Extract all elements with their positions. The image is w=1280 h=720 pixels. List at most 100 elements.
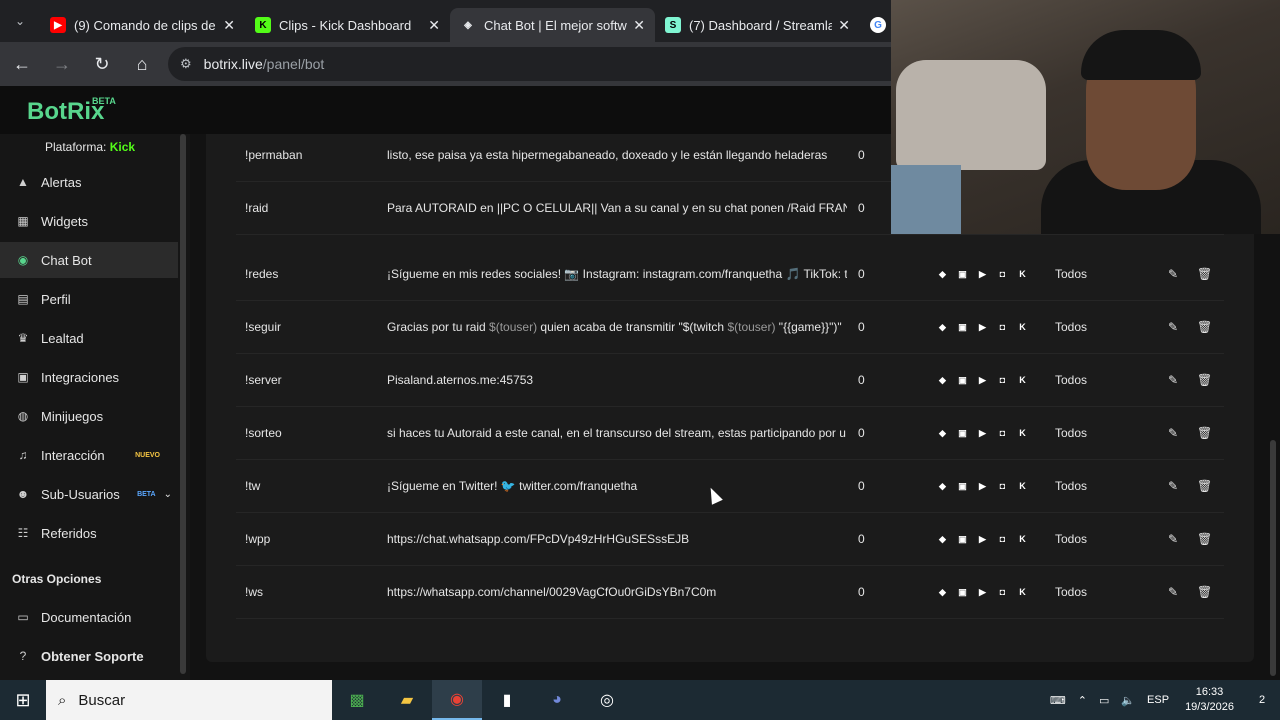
url-field[interactable]: ⚙ botrix.live/panel/bot bbox=[168, 47, 908, 81]
platform-icons: ◆ ▣ ▶ ◘ K bbox=[936, 533, 1029, 546]
clock[interactable]: 16:33 19/3/2026 bbox=[1185, 685, 1234, 715]
close-tab-icon[interactable]: ✕ bbox=[838, 17, 850, 34]
browser-tab-4[interactable]: S (7) Dashboard / Streamla ✕ bbox=[655, 8, 860, 42]
edit-icon[interactable]: ✎ bbox=[1168, 585, 1178, 599]
trash-icon[interactable]: 🗑 bbox=[1197, 479, 1212, 493]
command-permission: Todos bbox=[1055, 267, 1088, 281]
trash-icon[interactable]: 🗑 bbox=[1197, 320, 1212, 334]
browser-tab-3[interactable]: ◈ Chat Bot | El mejor softw ✕ bbox=[450, 8, 655, 42]
doc-icon: ▭ bbox=[17, 610, 29, 624]
edit-icon[interactable]: ✎ bbox=[1168, 320, 1178, 334]
command-permission: Todos bbox=[1055, 320, 1088, 334]
streamlabs-icon: S bbox=[665, 17, 681, 33]
sidebar-item-interaccion[interactable]: ♫ Interacción NUEVO bbox=[0, 437, 178, 473]
sidebar-item-chat-bot[interactable]: ◉ Chat Bot bbox=[0, 242, 178, 278]
command-name: !raid bbox=[245, 201, 269, 215]
command-count: 0 bbox=[858, 201, 865, 215]
sidebar-item-perfil[interactable]: ▤ Perfil bbox=[0, 281, 178, 317]
command-count: 0 bbox=[858, 320, 865, 334]
sidebar-item-referidos[interactable]: ☷ Referidos bbox=[0, 515, 178, 551]
file-explorer-icon[interactable]: ▰ bbox=[382, 680, 432, 720]
edit-icon[interactable]: ✎ bbox=[1168, 373, 1178, 387]
robot-icon: ◉ bbox=[17, 253, 29, 267]
taskbar-search[interactable]: ⌕ Buscar bbox=[46, 680, 332, 720]
discord-icon: ◘ bbox=[999, 269, 1006, 279]
sidebar-item-label: Chat Bot bbox=[41, 252, 92, 268]
command-name: !ws bbox=[245, 585, 263, 599]
edit-icon[interactable]: ✎ bbox=[1168, 267, 1178, 281]
sidebar-item-documentacion[interactable]: ▭ Documentación bbox=[0, 599, 178, 635]
platform-icons: ◆ ▣ ▶ ◘ K bbox=[936, 480, 1029, 493]
browser-tab-2[interactable]: K Clips - Kick Dashboard ✕ bbox=[245, 8, 450, 42]
volume-icon[interactable]: 🔈 bbox=[1121, 694, 1135, 707]
sidebar-item-widgets[interactable]: ▦ Widgets bbox=[0, 203, 178, 239]
sidebar-item-soporte[interactable]: ? Obtener Soporte bbox=[0, 638, 178, 674]
sidebar-scrollbar[interactable] bbox=[180, 134, 186, 674]
command-response: ¡Sígueme en Twitter! 🐦 twitter.com/franq… bbox=[387, 479, 638, 493]
forward-icon[interactable]: → bbox=[44, 46, 80, 82]
command-count: 0 bbox=[858, 585, 865, 599]
windows-start-icon[interactable]: ⊞ bbox=[0, 680, 46, 720]
trash-icon[interactable]: 🗑 bbox=[1197, 585, 1212, 599]
command-permission: Todos bbox=[1055, 373, 1088, 387]
minecraft-icon[interactable]: ▩ bbox=[332, 680, 382, 720]
discord-icon: ◘ bbox=[999, 322, 1006, 332]
clock-time: 16:33 bbox=[1195, 686, 1224, 698]
close-tab-icon[interactable]: ✕ bbox=[428, 17, 440, 34]
botrix-icon: ◈ bbox=[464, 19, 472, 31]
command-name: !seguir bbox=[245, 320, 282, 334]
chrome-icon[interactable]: ◉ bbox=[432, 680, 482, 720]
profile-icon: ▤ bbox=[17, 292, 29, 306]
edit-icon[interactable]: ✎ bbox=[1168, 479, 1178, 493]
keyboard-icon[interactable]: ⌨ bbox=[1050, 694, 1066, 707]
trash-icon[interactable]: 🗑 bbox=[1197, 267, 1212, 281]
twitch-icon: ▣ bbox=[958, 321, 967, 332]
edit-icon[interactable]: ✎ bbox=[1168, 426, 1178, 440]
language-indicator[interactable]: ESP bbox=[1147, 694, 1169, 706]
table-row: !seguir Gracias por tu raid $(touser) qu… bbox=[236, 301, 1224, 354]
reload-icon[interactable]: ↻ bbox=[84, 46, 120, 82]
tab-search-chevron-icon[interactable]: ⌄ bbox=[0, 0, 40, 42]
sidebar-item-alertas[interactable]: ▲ Alertas bbox=[0, 164, 178, 200]
chevron-up-icon[interactable]: ⌃ bbox=[1078, 694, 1087, 707]
response-text: Gracias por tu raid bbox=[387, 320, 490, 334]
command-count: 0 bbox=[858, 148, 865, 162]
webcam-overlay bbox=[891, 0, 1280, 234]
platform-icons: ◆ ▣ ▶ ◘ K bbox=[936, 268, 1029, 281]
command-count: 0 bbox=[858, 479, 865, 493]
twitch-icon: ▣ bbox=[958, 586, 967, 597]
back-icon[interactable]: ← bbox=[4, 46, 40, 82]
beta-label: BETA bbox=[92, 96, 116, 106]
trash-icon[interactable]: 🗑 bbox=[1197, 373, 1212, 387]
edit-icon[interactable]: ✎ bbox=[1168, 532, 1178, 546]
twitch-icon: ▣ bbox=[958, 268, 967, 279]
close-tab-icon[interactable]: ✕ bbox=[633, 17, 645, 34]
trash-icon[interactable]: 🗑 bbox=[1197, 532, 1212, 546]
home-icon[interactable]: ⌂ bbox=[124, 46, 160, 82]
sidebar-item-sub-usuarios[interactable]: ☻ Sub-Usuarios BETA ⌄ bbox=[0, 476, 178, 512]
platform-label: Plataforma: bbox=[45, 140, 107, 154]
chevron-down-icon[interactable]: ⌄ bbox=[164, 489, 172, 500]
table-row: !server Pisaland.aternos.me:45753 0 ◆ ▣ ▶ ◘… bbox=[236, 354, 1224, 407]
sidebar-item-lealtad[interactable]: ♛ Lealtad bbox=[0, 320, 178, 356]
discord-icon[interactable]: ◕ bbox=[532, 680, 582, 720]
kick-icon: K bbox=[1019, 428, 1026, 438]
sidebar-item-minijuegos[interactable]: ◍ Minijuegos bbox=[0, 398, 178, 434]
search-placeholder: Buscar bbox=[78, 691, 126, 709]
network-icon[interactable]: ▭ bbox=[1099, 694, 1109, 707]
twitch-icon: ▣ bbox=[958, 427, 967, 438]
main-scrollbar[interactable] bbox=[1270, 440, 1276, 676]
discord-icon: ◘ bbox=[999, 481, 1006, 491]
close-tab-icon[interactable]: ✕ bbox=[223, 17, 235, 34]
site-info-icon[interactable]: ⚙ bbox=[180, 56, 192, 72]
command-name: !server bbox=[245, 373, 282, 387]
command-permission: Todos bbox=[1055, 479, 1088, 493]
url-path: /panel/bot bbox=[262, 56, 325, 72]
trash-icon[interactable]: 🗑 bbox=[1197, 426, 1212, 440]
widgets-icon: ▦ bbox=[17, 214, 29, 228]
browser-tab-1[interactable]: ▶ (9) Comando de clips de ✕ bbox=[40, 8, 245, 42]
obs-icon[interactable]: ◎ bbox=[582, 680, 632, 720]
notifications-icon[interactable]: 2 bbox=[1244, 680, 1280, 720]
sidebar-item-integraciones[interactable]: ▣ Integraciones bbox=[0, 359, 178, 395]
epic-games-icon[interactable]: ▮ bbox=[482, 680, 532, 720]
